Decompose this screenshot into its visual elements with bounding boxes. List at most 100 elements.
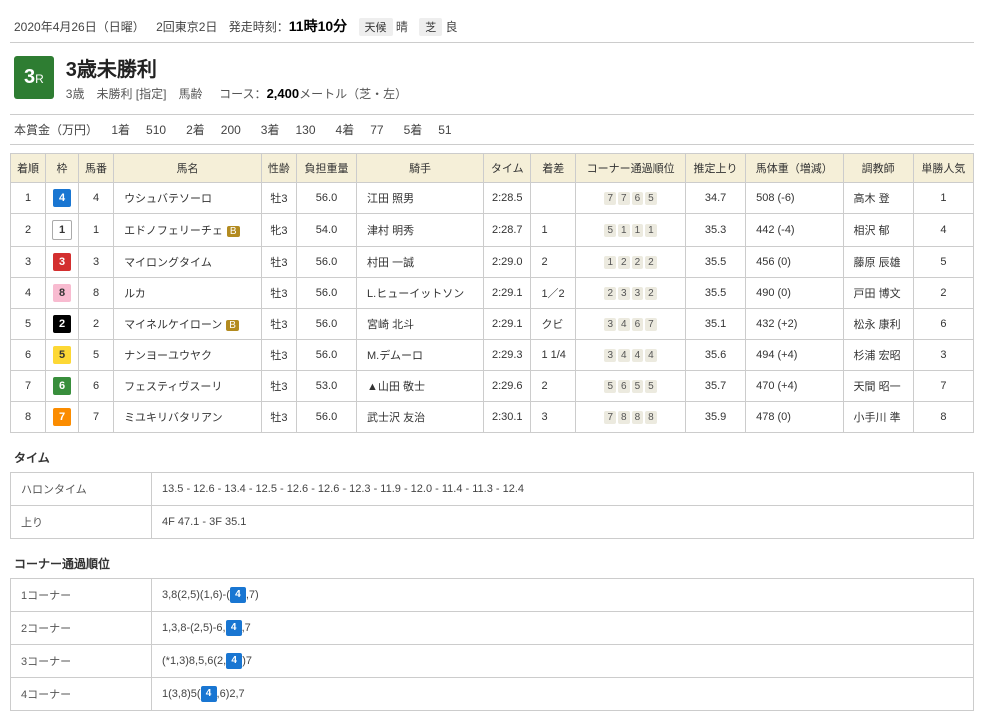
prize-item: 1着 510: [111, 121, 166, 138]
table-header: 負担重量: [296, 154, 356, 183]
inline-waku-icon: 4: [230, 587, 246, 603]
corner-cell: 3467: [576, 309, 686, 340]
waku-badge: 5: [53, 346, 71, 364]
table-row: 877ミユキリバタリアン牡356.0武士沢 友治2:30.13788835.94…: [11, 402, 974, 433]
table-header: 推定上り: [686, 154, 746, 183]
corner-value: 3,8(2,5)(1,6)-(4,7): [152, 579, 974, 612]
table-row: 144ウシュバテソーロ牡356.0江田 照男2:28.5776534.7508 …: [11, 183, 974, 214]
horse-name-cell: ルカ: [114, 278, 262, 309]
jockey-cell: ▲山田 敬士: [357, 371, 484, 402]
corner-section-title: コーナー通過順位: [14, 555, 974, 572]
agari-cell: 35.5: [686, 278, 746, 309]
corner-row: 4コーナー1(3,8)5(4,6)2,7: [11, 678, 974, 711]
umaban-cell: 1: [78, 214, 113, 247]
table-header: 性齢: [261, 154, 296, 183]
waku-cell: 4: [46, 183, 79, 214]
weather-value: 晴: [396, 20, 408, 34]
jweight-cell: 56.0: [296, 402, 356, 433]
time-cell: 2:29.1: [484, 278, 531, 309]
corner-cell: 3444: [576, 340, 686, 371]
jockey-cell: 武士沢 友治: [357, 402, 484, 433]
agari-cell: 35.6: [686, 340, 746, 371]
table-header: 馬体重（増減）: [746, 154, 843, 183]
corner-cell: 5655: [576, 371, 686, 402]
table-header: 着順: [11, 154, 46, 183]
trainer-cell: 杉浦 宏昭: [843, 340, 913, 371]
waku-badge: 3: [53, 253, 71, 271]
pop-cell: 3: [913, 340, 973, 371]
trainer-cell: 戸田 博文: [843, 278, 913, 309]
corner-cell: 1222: [576, 247, 686, 278]
margin-cell: 1 1/4: [531, 340, 576, 371]
corner-ranks: 5655: [603, 380, 657, 392]
halontime-value: 13.5 - 12.6 - 13.4 - 12.5 - 12.6 - 12.6 …: [152, 473, 974, 506]
body-cell: 432 (+2): [746, 309, 843, 340]
waku-badge: 8: [53, 284, 71, 302]
corner-table: 1コーナー3,8(2,5)(1,6)-(4,7)2コーナー1,3,8-(2,5)…: [10, 578, 974, 711]
sexage-cell: 牡3: [261, 371, 296, 402]
umaban-cell: 4: [78, 183, 113, 214]
time-cell: 2:28.7: [484, 214, 531, 247]
halontime-label: ハロンタイム: [11, 473, 152, 506]
waku-badge: 4: [53, 189, 71, 207]
waku-cell: 3: [46, 247, 79, 278]
body-cell: 470 (+4): [746, 371, 843, 402]
jockey-cell: 宮崎 北斗: [357, 309, 484, 340]
time-cell: 2:29.6: [484, 371, 531, 402]
horse-name-cell: ナンヨーユウヤク: [114, 340, 262, 371]
table-row: 522マイネルケイローンB牡356.0宮崎 北斗2:29.1クビ346735.1…: [11, 309, 974, 340]
jockey-cell: 村田 一誠: [357, 247, 484, 278]
pop-cell: 6: [913, 309, 973, 340]
place-cell: 2: [11, 214, 46, 247]
turf-tag: 芝: [419, 18, 442, 36]
corner-cell: 2332: [576, 278, 686, 309]
time-cell: 2:29.0: [484, 247, 531, 278]
time-cell: 2:29.3: [484, 340, 531, 371]
margin-cell: [531, 183, 576, 214]
prize-item: 3着 130: [261, 121, 316, 138]
waku-cell: 1: [46, 214, 79, 247]
blinker-icon: B: [226, 320, 239, 331]
sexage-cell: 牡3: [261, 247, 296, 278]
horse-name-cell: エドノフェリーチェB: [114, 214, 262, 247]
body-cell: 456 (0): [746, 247, 843, 278]
horse-name-cell: フェスティヴスーリ: [114, 371, 262, 402]
table-header: タイム: [484, 154, 531, 183]
corner-cell: 7888: [576, 402, 686, 433]
corner-ranks: 5111: [603, 224, 657, 236]
jweight-cell: 56.0: [296, 247, 356, 278]
inline-waku-icon: 4: [201, 686, 217, 702]
agari-cell: 35.9: [686, 402, 746, 433]
margin-cell: クビ: [531, 309, 576, 340]
waku-cell: 6: [46, 371, 79, 402]
jockey-cell: 江田 照男: [357, 183, 484, 214]
corner-value: 1(3,8)5(4,6)2,7: [152, 678, 974, 711]
table-header: コーナー通過順位: [576, 154, 686, 183]
corner-row: 1コーナー3,8(2,5)(1,6)-(4,7): [11, 579, 974, 612]
waku-badge: 7: [53, 408, 71, 426]
prize-line: 本賞金（万円） 1着 5102着 2003着 1304着 775着 51: [10, 114, 974, 145]
prize-item: 2着 200: [186, 121, 241, 138]
corner-label: 3コーナー: [11, 645, 152, 678]
table-header: 騎手: [357, 154, 484, 183]
jockey-cell: L.ヒューイットソン: [357, 278, 484, 309]
trainer-cell: 藤原 辰雄: [843, 247, 913, 278]
table-header: 枠: [46, 154, 79, 183]
corner-cell: 5111: [576, 214, 686, 247]
corner-value: 1,3,8-(2,5)-6,4,7: [152, 612, 974, 645]
race-date: 2020年4月26日（日曜）: [14, 20, 145, 34]
table-row: 333マイロングタイム牡356.0村田 一誠2:29.02122235.5456…: [11, 247, 974, 278]
sexage-cell: 牡3: [261, 278, 296, 309]
umaban-cell: 8: [78, 278, 113, 309]
pop-cell: 1: [913, 183, 973, 214]
corner-ranks: 1222: [603, 256, 657, 268]
pop-cell: 8: [913, 402, 973, 433]
pop-cell: 7: [913, 371, 973, 402]
corner-ranks: 3467: [603, 318, 657, 330]
horse-name-cell: ミユキリバタリアン: [114, 402, 262, 433]
horse-name-cell: ウシュバテソーロ: [114, 183, 262, 214]
agari-label: 上り: [11, 506, 152, 539]
corner-row: 2コーナー1,3,8-(2,5)-6,4,7: [11, 612, 974, 645]
sexage-cell: 牝3: [261, 214, 296, 247]
sexage-cell: 牡3: [261, 183, 296, 214]
